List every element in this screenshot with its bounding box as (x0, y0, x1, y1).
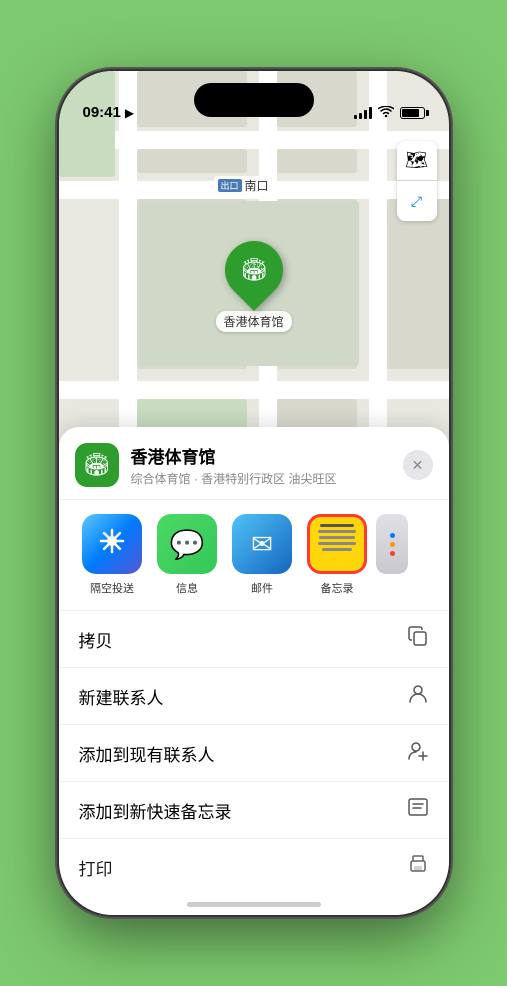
messages-icon-wrap: 💬 (157, 514, 217, 574)
map-controls: 🗺 ⤢ (397, 141, 437, 221)
dynamic-island (194, 83, 314, 117)
close-icon: ✕ (412, 457, 424, 474)
share-item-mail[interactable]: ✉ 邮件 (225, 514, 300, 596)
airdrop-icon-wrap (82, 514, 142, 574)
location-button[interactable]: ⤢ (397, 181, 437, 221)
status-time: 09:41 (83, 104, 121, 121)
mail-icon-wrap: ✉ (232, 514, 292, 574)
action-list: 拷贝 新建联系人 (59, 611, 449, 915)
map-label-text: 南口 (245, 177, 269, 194)
action-quick-note-label: 添加到新快速备忘录 (79, 798, 232, 823)
venue-name: 香港体育馆 (131, 443, 403, 468)
stadium-icon: 🏟 (240, 257, 268, 283)
action-add-contact-label: 添加到现有联系人 (79, 741, 215, 766)
battery-icon (400, 107, 425, 119)
action-quick-note[interactable]: 添加到新快速备忘录 (59, 782, 449, 839)
wifi-icon (378, 105, 394, 121)
messages-icon: 💬 (170, 528, 205, 561)
airdrop-icon (97, 526, 127, 563)
action-new-contact[interactable]: 新建联系人 (59, 668, 449, 725)
notes-icon-wrap (307, 514, 367, 574)
share-item-airdrop[interactable]: 隔空投送 (75, 514, 150, 596)
signal-bars-icon (354, 107, 372, 119)
add-contact-icon (407, 739, 429, 767)
share-item-more[interactable] (375, 514, 410, 596)
exit-badge: 出口 (218, 179, 242, 192)
action-print-label: 打印 (79, 855, 113, 880)
phone-screen: 09:41 ▶ (59, 71, 449, 915)
action-new-contact-label: 新建联系人 (79, 684, 164, 709)
venue-stadium-icon: 🏟 (83, 452, 111, 478)
share-item-messages[interactable]: 💬 信息 (150, 514, 225, 596)
venue-header: 🏟 香港体育馆 综合体育馆 · 香港特别行政区 油尖旺区 ✕ (59, 427, 449, 500)
share-row: 隔空投送 💬 信息 ✉ 邮件 (59, 500, 449, 611)
map-label: 出口 南口 (214, 176, 273, 195)
pin-circle: 🏟 (212, 229, 294, 311)
map-type-icon: 🗺 (405, 150, 428, 171)
print-icon (407, 853, 429, 881)
close-button[interactable]: ✕ (403, 450, 433, 480)
home-indicator (187, 902, 321, 907)
venue-icon: 🏟 (75, 443, 119, 487)
location-pin: 🏟 香港体育馆 (215, 241, 291, 332)
venue-info: 香港体育馆 综合体育馆 · 香港特别行政区 油尖旺区 (131, 443, 403, 487)
messages-label: 信息 (176, 580, 198, 596)
pin-label: 香港体育馆 (215, 311, 291, 332)
share-item-notes[interactable]: 备忘录 (300, 514, 375, 596)
location-arrow-icon: ▶ (125, 106, 134, 120)
status-icons (354, 105, 425, 121)
action-add-contact[interactable]: 添加到现有联系人 (59, 725, 449, 782)
quick-note-icon (407, 796, 429, 824)
new-contact-icon (407, 682, 429, 710)
map-type-button[interactable]: 🗺 (397, 141, 437, 181)
phone-frame: 09:41 ▶ (59, 71, 449, 915)
action-copy[interactable]: 拷贝 (59, 611, 449, 668)
notes-label: 备忘录 (321, 580, 354, 596)
copy-icon (407, 625, 429, 653)
venue-subtitle: 综合体育馆 · 香港特别行政区 油尖旺区 (131, 470, 403, 487)
action-print[interactable]: 打印 (59, 839, 449, 895)
airdrop-label: 隔空投送 (90, 580, 134, 596)
more-icon-wrap (376, 514, 408, 574)
mail-icon: ✉ (251, 529, 273, 560)
bottom-sheet: 🏟 香港体育馆 综合体育馆 · 香港特别行政区 油尖旺区 ✕ (59, 427, 449, 915)
mail-label: 邮件 (251, 580, 273, 596)
action-copy-label: 拷贝 (79, 627, 113, 652)
location-icon: ⤢ (411, 193, 422, 210)
